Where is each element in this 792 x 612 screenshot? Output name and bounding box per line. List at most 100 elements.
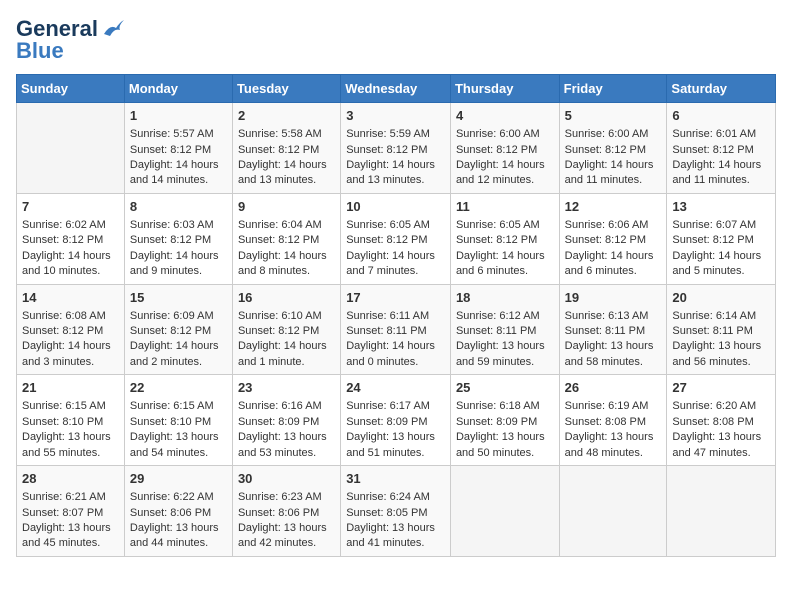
day-info: Sunrise: 6:09 AM bbox=[130, 309, 227, 324]
day-info: and 5 minutes. bbox=[672, 264, 770, 279]
day-info: Sunrise: 6:10 AM bbox=[238, 309, 335, 324]
day-info: Sunset: 8:12 PM bbox=[456, 143, 554, 158]
day-info: and 11 minutes. bbox=[672, 173, 770, 188]
calendar-cell: 11Sunrise: 6:05 AMSunset: 8:12 PMDayligh… bbox=[450, 193, 559, 284]
day-info: Daylight: 14 hours bbox=[346, 158, 445, 173]
page-container: General Blue SundayMondayTuesdayWednesda… bbox=[16, 16, 776, 557]
day-info: Daylight: 13 hours bbox=[456, 430, 554, 445]
day-info: Sunset: 8:10 PM bbox=[130, 415, 227, 430]
day-info: Daylight: 14 hours bbox=[238, 339, 335, 354]
day-info: and 59 minutes. bbox=[456, 355, 554, 370]
day-info: Daylight: 13 hours bbox=[456, 339, 554, 354]
day-info: Sunset: 8:07 PM bbox=[22, 506, 119, 521]
day-info: Sunset: 8:12 PM bbox=[238, 324, 335, 339]
day-info: Sunrise: 6:06 AM bbox=[565, 218, 662, 233]
day-info: and 53 minutes. bbox=[238, 446, 335, 461]
day-info: Daylight: 14 hours bbox=[130, 339, 227, 354]
calendar-cell: 2Sunrise: 5:58 AMSunset: 8:12 PMDaylight… bbox=[232, 103, 340, 194]
day-info: Sunrise: 6:03 AM bbox=[130, 218, 227, 233]
day-info: Sunrise: 6:13 AM bbox=[565, 309, 662, 324]
day-number: 28 bbox=[22, 470, 119, 488]
calendar-table: SundayMondayTuesdayWednesdayThursdayFrid… bbox=[16, 74, 776, 557]
day-info: Sunrise: 6:15 AM bbox=[22, 399, 119, 414]
day-info: Sunrise: 6:15 AM bbox=[130, 399, 227, 414]
calendar-cell: 26Sunrise: 6:19 AMSunset: 8:08 PMDayligh… bbox=[559, 375, 667, 466]
day-number: 25 bbox=[456, 379, 554, 397]
day-info: Sunrise: 6:22 AM bbox=[130, 490, 227, 505]
day-info: Sunset: 8:12 PM bbox=[565, 143, 662, 158]
calendar-cell: 28 Sunrise: 6:21 AMSunset: 8:07 PMDayligh… bbox=[17, 466, 125, 557]
day-info: Daylight: 14 hours bbox=[238, 158, 335, 173]
calendar-cell: 24Sunrise: 6:17 AMSunset: 8:09 PMDayligh… bbox=[341, 375, 451, 466]
day-info: Sunset: 8:11 PM bbox=[456, 324, 554, 339]
day-number: 3 bbox=[346, 107, 445, 125]
day-info: Sunrise: 6:19 AM bbox=[565, 399, 662, 414]
day-info: and 7 minutes. bbox=[346, 264, 445, 279]
calendar-cell: 12Sunrise: 6:06 AMSunset: 8:12 PMDayligh… bbox=[559, 193, 667, 284]
day-info: Sunrise: 6:02 AM bbox=[22, 218, 119, 233]
day-number: 27 bbox=[672, 379, 770, 397]
day-number: 31 bbox=[346, 470, 445, 488]
day-info: Sunrise: 6:23 AM bbox=[238, 490, 335, 505]
day-info: and 9 minutes. bbox=[130, 264, 227, 279]
logo-blue: Blue bbox=[16, 38, 64, 64]
day-info: Sunset: 8:12 PM bbox=[130, 143, 227, 158]
day-number: 30 bbox=[238, 470, 335, 488]
day-info: Sunset: 8:12 PM bbox=[238, 233, 335, 248]
day-info: and 10 minutes. bbox=[22, 264, 119, 279]
day-number: 18 bbox=[456, 289, 554, 307]
day-info: Daylight: 14 hours bbox=[238, 249, 335, 264]
day-info: Sunset: 8:06 PM bbox=[238, 506, 335, 521]
day-info: Daylight: 13 hours bbox=[346, 521, 445, 536]
weekday-header-saturday: Saturday bbox=[667, 75, 776, 103]
day-info: and 42 minutes. bbox=[238, 536, 335, 551]
calendar-cell: 4Sunrise: 6:00 AMSunset: 8:12 PMDaylight… bbox=[450, 103, 559, 194]
day-number: 8 bbox=[130, 198, 227, 216]
calendar-cell: 17Sunrise: 6:11 AMSunset: 8:11 PMDayligh… bbox=[341, 284, 451, 375]
day-info: Daylight: 13 hours bbox=[130, 430, 227, 445]
day-number: 13 bbox=[672, 198, 770, 216]
day-info: Daylight: 13 hours bbox=[672, 339, 770, 354]
weekday-header-thursday: Thursday bbox=[450, 75, 559, 103]
day-number: 4 bbox=[456, 107, 554, 125]
day-info: Sunrise: 6:00 AM bbox=[456, 127, 554, 142]
day-info: and 14 minutes. bbox=[130, 173, 227, 188]
day-info: Sunset: 8:12 PM bbox=[130, 233, 227, 248]
day-info: Sunrise: 6:21 AM bbox=[22, 490, 119, 505]
week-row-3: 14Sunrise: 6:08 AMSunset: 8:12 PMDayligh… bbox=[17, 284, 776, 375]
day-number: 24 bbox=[346, 379, 445, 397]
day-info: and 13 minutes. bbox=[346, 173, 445, 188]
day-info: Sunset: 8:05 PM bbox=[346, 506, 445, 521]
weekday-header-sunday: Sunday bbox=[17, 75, 125, 103]
weekday-header-tuesday: Tuesday bbox=[232, 75, 340, 103]
day-number: 2 bbox=[238, 107, 335, 125]
day-info: Daylight: 14 hours bbox=[130, 158, 227, 173]
day-number: 12 bbox=[565, 198, 662, 216]
week-row-4: 21Sunrise: 6:15 AMSunset: 8:10 PMDayligh… bbox=[17, 375, 776, 466]
day-info: Daylight: 13 hours bbox=[22, 521, 119, 536]
week-row-5: 28Sunrise: 6:21 AMSunset: 8:07 PMDayligh… bbox=[17, 466, 776, 557]
day-info: and 0 minutes. bbox=[346, 355, 445, 370]
calendar-cell: 8 Sunrise: 6:03 AMSunset: 8:12 PMDaylight… bbox=[124, 193, 232, 284]
day-info: Sunrise: 6:24 AM bbox=[346, 490, 445, 505]
day-info: Daylight: 14 hours bbox=[565, 249, 662, 264]
day-info: Sunset: 8:09 PM bbox=[346, 415, 445, 430]
day-number: 26 bbox=[565, 379, 662, 397]
day-info: Sunset: 8:12 PM bbox=[346, 143, 445, 158]
day-number: 15 bbox=[130, 289, 227, 307]
calendar-cell: 30Sunrise: 6:23 AMSunset: 8:06 PMDayligh… bbox=[232, 466, 340, 557]
calendar-cell: 22 Sunrise: 6:15 AMSunset: 8:10 PMDayligh… bbox=[124, 375, 232, 466]
day-info: Sunrise: 6:00 AM bbox=[565, 127, 662, 142]
calendar-cell: 20Sunrise: 6:14 AMSunset: 8:11 PMDayligh… bbox=[667, 284, 776, 375]
day-number: 10 bbox=[346, 198, 445, 216]
day-info: Sunset: 8:06 PM bbox=[130, 506, 227, 521]
day-number: 22 bbox=[130, 379, 227, 397]
day-info: and 41 minutes. bbox=[346, 536, 445, 551]
logo-bird-icon bbox=[102, 20, 124, 38]
day-number: 11 bbox=[456, 198, 554, 216]
day-info: Sunset: 8:12 PM bbox=[22, 324, 119, 339]
day-info: and 11 minutes. bbox=[565, 173, 662, 188]
day-number: 14 bbox=[22, 289, 119, 307]
day-info: and 13 minutes. bbox=[238, 173, 335, 188]
day-info: Daylight: 14 hours bbox=[130, 249, 227, 264]
